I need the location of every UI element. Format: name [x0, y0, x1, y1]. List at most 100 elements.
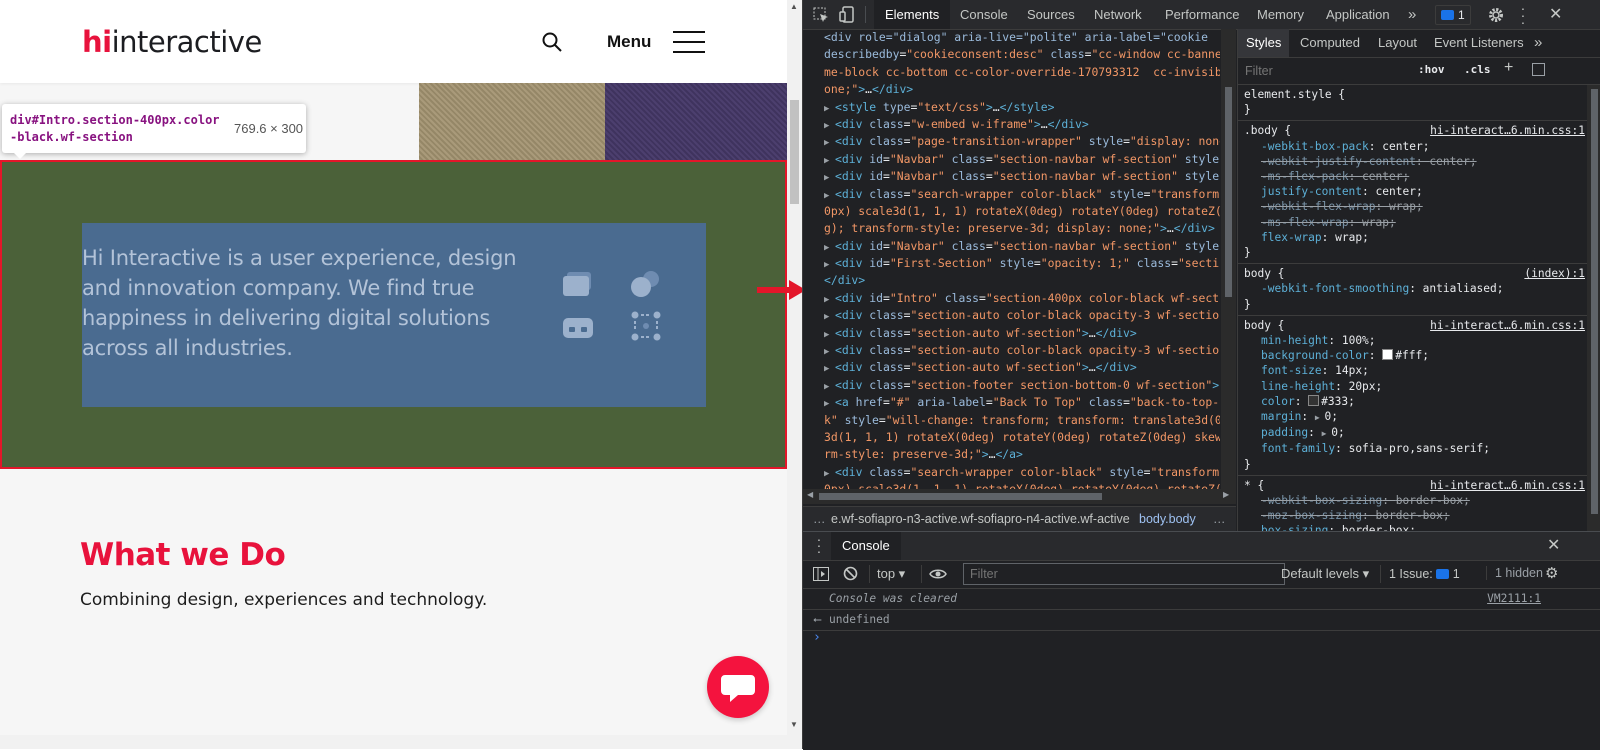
tab-styles[interactable]: Styles [1238, 29, 1290, 57]
device-toolbar-icon[interactable] [839, 6, 855, 23]
scroll-up-arrow-icon[interactable]: ▲ [790, 2, 798, 11]
style-declaration[interactable]: justify-content: center; [1244, 184, 1587, 199]
dom-node-line[interactable]: </div> [824, 272, 1220, 289]
dom-node-line[interactable]: g); transform-style: preserve-3d; displa… [824, 220, 1220, 237]
dom-node-line[interactable]: ▶ <div class="search-wrapper color-black… [824, 186, 1220, 203]
dom-node-line[interactable]: ▶ <div class="section-auto color-black o… [824, 342, 1220, 359]
style-declaration[interactable]: -webkit-box-pack: center; [1244, 139, 1587, 154]
console-issues-button[interactable]: 1 Issue: 1 [1380, 565, 1460, 583]
dom-node-line[interactable]: ▶ <style type="text/css">…</style> [824, 99, 1220, 116]
rule-source-link[interactable]: hi-interact…6.min.css:1 [1430, 478, 1585, 493]
style-declaration[interactable]: -ms-flex-pack: center; [1244, 169, 1587, 184]
rule-source-link[interactable]: (index):1 [1524, 266, 1585, 281]
customize-kebab-icon[interactable]: · · · [1520, 1, 1526, 29]
color-swatch[interactable] [1382, 349, 1394, 361]
settings-gear-icon[interactable] [1488, 7, 1504, 23]
style-declaration[interactable]: -ms-flex-wrap: wrap; [1244, 215, 1587, 230]
site-logo[interactable]: hiinteractive [82, 25, 262, 59]
elements-dom-tree[interactable]: <div role="dialog" aria-live="polite" ar… [824, 29, 1220, 489]
elements-horizontal-scrollbar[interactable]: ◀ ▶ [803, 489, 1236, 504]
hov-toggle-button[interactable]: :hov [1418, 63, 1445, 76]
dom-node-line[interactable]: describedby="cookieconsent:desc" class="… [824, 46, 1220, 63]
scrollbar-thumb[interactable] [790, 100, 799, 204]
dom-node-line[interactable]: ▶ <a href="#" aria-label="Back To Top" c… [824, 394, 1220, 411]
more-tabs-chevron-icon[interactable]: » [1534, 29, 1542, 57]
style-declaration[interactable]: box-sizing: border-box; [1244, 523, 1587, 531]
scrollbar-thumb[interactable] [1591, 89, 1598, 514]
tab-elements[interactable]: Elements [874, 0, 951, 29]
scroll-down-arrow-icon[interactable]: ▼ [790, 720, 798, 729]
scroll-right-arrow-icon[interactable]: ▶ [1223, 490, 1229, 499]
dom-node-line[interactable]: ▶ <div id="Navbar" class="section-navbar… [824, 238, 1220, 255]
dom-node-line[interactable]: <div role="dialog" aria-live="polite" ar… [824, 29, 1220, 46]
style-declaration[interactable]: -webkit-box-sizing: border-box; [1244, 493, 1587, 508]
style-declaration[interactable]: margin: ▶ 0; [1244, 409, 1587, 425]
hamburger-menu-icon[interactable] [673, 31, 705, 53]
scrollbar-thumb[interactable] [819, 493, 1102, 500]
live-expression-eye-icon[interactable] [929, 568, 947, 580]
elements-vertical-scrollbar[interactable] [1221, 29, 1236, 489]
dom-node-line[interactable]: ▶ <div id="First-Section" style="opacity… [824, 255, 1220, 272]
cls-toggle-button[interactable]: .cls [1464, 63, 1491, 76]
scrollbar-thumb[interactable] [1225, 87, 1232, 297]
dom-node-line[interactable]: me-block cc-bottom cc-color-override-170… [824, 64, 1220, 81]
tab-layout[interactable]: Layout [1378, 29, 1417, 57]
console-sidebar-toggle-icon[interactable] [813, 567, 829, 581]
menu-label[interactable]: Menu [607, 32, 651, 52]
site-vertical-scrollbar[interactable]: ▲ ▼ [787, 0, 802, 735]
dom-node-line[interactable]: 0px) scale3d(1, 1, 1) rotateX(0deg) rota… [824, 203, 1220, 220]
dom-node-line[interactable]: ▶ <div id="Intro" class="section-400px c… [824, 290, 1220, 307]
style-declaration[interactable]: font-size: 14px; [1244, 363, 1587, 378]
tab-computed[interactable]: Computed [1300, 29, 1360, 57]
rule-selector[interactable]: element.style { [1244, 87, 1587, 102]
dom-node-line[interactable]: rm-style: preserve-3d;">…</a> [824, 446, 1220, 463]
color-swatch[interactable] [1308, 394, 1320, 406]
clear-console-icon[interactable] [843, 566, 858, 581]
tab-event-listeners[interactable]: Event Listeners [1434, 29, 1524, 57]
drawer-menu-kebab-icon[interactable]: · · · [816, 532, 822, 558]
style-declaration[interactable]: -webkit-font-smoothing: antialiased; [1244, 281, 1587, 296]
close-drawer-icon[interactable]: ✕ [1547, 535, 1560, 555]
style-declaration[interactable]: -webkit-justify-content: center; [1244, 154, 1587, 169]
dom-node-line[interactable]: ▶ <div class="section-footer section-bot… [824, 377, 1220, 394]
tab-memory[interactable]: Memory [1257, 0, 1304, 29]
dom-node-line[interactable]: ▶ <div class="page-transition-wrapper" s… [824, 133, 1220, 150]
chat-button[interactable] [707, 656, 769, 718]
tab-network[interactable]: Network [1094, 0, 1142, 29]
dom-node-line[interactable]: ▶ <div class="search-wrapper color-black… [824, 464, 1220, 481]
javascript-context-select[interactable]: top ▾ [877, 566, 905, 582]
breadcrumb-overflow-left[interactable]: … [813, 507, 826, 532]
inspect-element-icon[interactable] [813, 7, 829, 23]
style-declaration[interactable]: flex-wrap: wrap; [1244, 230, 1587, 245]
more-tabs-chevron-icon[interactable]: » [1408, 0, 1416, 29]
expand-triangle-icon[interactable]: ▶ [1322, 429, 1332, 438]
style-declaration[interactable]: color: #333; [1244, 394, 1587, 409]
issues-badge-button[interactable]: 1 [1435, 5, 1471, 25]
style-declaration[interactable]: min-height: 100%; [1244, 333, 1587, 348]
site-horizontal-scrollbar[interactable] [0, 735, 802, 749]
breadcrumb-item-body[interactable]: body.body [1139, 507, 1196, 532]
breadcrumb-overflow-right[interactable]: … [1213, 507, 1226, 532]
style-declaration[interactable]: -webkit-flex-wrap: wrap; [1244, 199, 1587, 214]
tab-console[interactable]: Console [960, 0, 1008, 29]
rule-source-link[interactable]: hi-interact…6.min.css:1 [1430, 123, 1585, 138]
dom-node-line[interactable]: 3d(1, 1, 1) rotateX(0deg) rotateY(0deg) … [824, 429, 1220, 446]
drawer-tab-console[interactable]: Console [831, 532, 901, 560]
styles-vertical-scrollbar[interactable] [1587, 85, 1600, 531]
add-rule-plus-icon[interactable]: + [1504, 59, 1513, 77]
rule-source-link[interactable]: hi-interact…6.min.css:1 [1430, 318, 1585, 333]
search-icon[interactable] [541, 31, 563, 53]
dom-node-line[interactable]: one;">…</div> [824, 81, 1220, 98]
tab-application[interactable]: Application [1326, 0, 1390, 29]
breadcrumb-item-html[interactable]: e.wf-sofiapro-n3-active.wf-sofiapro-n4-a… [831, 507, 1130, 532]
dom-node-line[interactable]: k" style="will-change: transform; transf… [824, 412, 1220, 429]
toggle-computed-sidebar-icon[interactable] [1532, 63, 1545, 76]
console-filter-input[interactable] [963, 563, 1285, 585]
dom-node-line[interactable]: ▶ <div id="Navbar" class="section-navbar… [824, 168, 1220, 185]
dom-node-line[interactable]: ▶ <div class="section-auto wf-section">…… [824, 325, 1220, 342]
close-devtools-icon[interactable]: ✕ [1549, 4, 1562, 24]
log-levels-select[interactable]: Default levels ▾ [1281, 566, 1369, 582]
style-declaration[interactable]: line-height: 20px; [1244, 379, 1587, 394]
scroll-left-arrow-icon[interactable]: ◀ [807, 490, 813, 499]
dom-node-line[interactable]: 0px) scale3d(1, 1, 1) rotateX(0deg) rota… [824, 481, 1220, 489]
